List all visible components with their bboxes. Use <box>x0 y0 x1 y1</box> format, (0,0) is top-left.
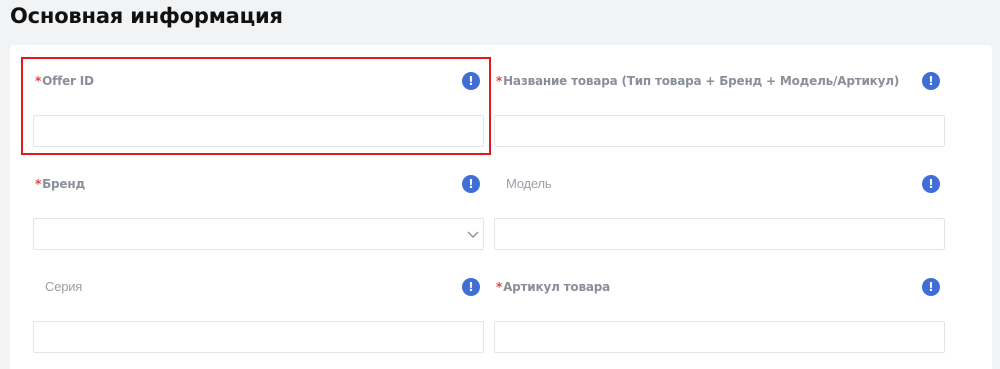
required-asterisk: * <box>35 74 42 88</box>
info-icon[interactable]: ! <box>462 175 480 193</box>
product-name-input[interactable] <box>494 115 945 147</box>
series-label: Серия <box>45 279 83 294</box>
info-icon[interactable]: ! <box>922 278 940 296</box>
offer-id-input[interactable] <box>33 115 484 147</box>
article-input[interactable] <box>494 321 945 353</box>
chevron-down-icon[interactable] <box>466 227 480 241</box>
article-label: *Артикул товара <box>496 280 611 294</box>
required-asterisk: * <box>496 280 503 294</box>
info-icon[interactable]: ! <box>462 72 480 90</box>
info-icon[interactable]: ! <box>922 175 940 193</box>
brand-select[interactable] <box>33 218 484 250</box>
info-icon[interactable]: ! <box>462 278 480 296</box>
info-icon[interactable]: ! <box>922 72 940 90</box>
required-asterisk: * <box>35 177 42 191</box>
required-asterisk: * <box>496 74 503 88</box>
section-title: Основная информация <box>10 4 283 28</box>
offer-id-label: *Offer ID <box>35 74 94 88</box>
model-input[interactable] <box>494 218 945 250</box>
series-input[interactable] <box>33 321 484 353</box>
brand-label: *Бренд <box>35 177 85 191</box>
model-label: Модель <box>506 176 552 191</box>
product-name-label: *Название товара (Тип товара + Бренд + М… <box>496 74 900 88</box>
